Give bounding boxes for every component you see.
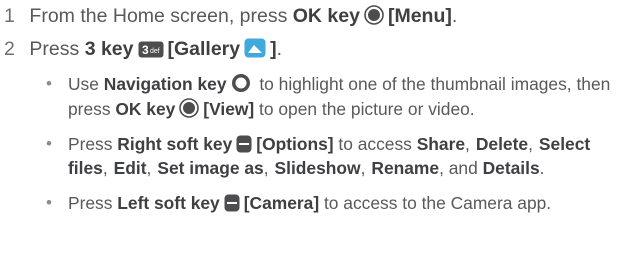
- text: to access to the Camera app.: [319, 193, 552, 214]
- punctuation: .: [539, 158, 545, 179]
- ok-key-icon: [364, 5, 384, 25]
- manual-page: 1 From the Home screen, press OK key [Men…: [0, 0, 636, 279]
- soft-key-icon: [236, 135, 252, 153]
- text: Use: [68, 74, 104, 94]
- gallery-label: [Gallery: [167, 38, 241, 60]
- svg-text:def: def: [150, 48, 160, 55]
- comma: ,: [146, 158, 152, 179]
- comma: ,: [528, 133, 533, 154]
- step-number: 1: [4, 5, 15, 27]
- option-edit: Edit: [113, 158, 147, 179]
- text: , and: [439, 158, 483, 179]
- ok-key-icon: [179, 97, 200, 118]
- bullet-camera: • Press Left soft key [Camera] to access …: [44, 191, 634, 216]
- bullet-dot: •: [46, 74, 52, 93]
- menu-label: [Menu]: [387, 5, 452, 27]
- option-slideshow: Slideshow: [274, 158, 361, 179]
- step-number: 2: [4, 38, 15, 60]
- comma: ,: [102, 158, 108, 179]
- three-key-icon: 3 def: [138, 41, 164, 58]
- step-text: Press: [29, 38, 85, 60]
- bullet-dot: •: [46, 193, 52, 213]
- bullet-view: • Use Navigation key to highlight one of…: [44, 72, 634, 121]
- comma: ,: [360, 158, 366, 179]
- soft-key-icon: [224, 194, 240, 212]
- svg-text:3: 3: [142, 43, 149, 57]
- ok-key-label: OK key: [292, 5, 360, 27]
- comma: ,: [465, 133, 470, 154]
- camera-label: [Camera]: [243, 193, 320, 214]
- left-soft-key-label: Left soft key: [117, 193, 220, 214]
- option-delete: Delete: [475, 133, 529, 154]
- option-details: Details: [482, 158, 540, 179]
- view-label: [View]: [203, 98, 255, 119]
- text: Press: [68, 133, 118, 154]
- text: to open the picture or video.: [254, 98, 475, 119]
- option-rename: Rename: [371, 158, 440, 179]
- step-text: From the Home screen, press: [29, 5, 293, 27]
- text: Press: [68, 193, 118, 214]
- step-1: 1 From the Home screen, press OK key [Men…: [4, 3, 457, 29]
- bullet-dot: •: [46, 133, 52, 153]
- bullet-options: • Press Right soft key [Options] to acces…: [44, 132, 634, 181]
- options-label: [Options]: [256, 133, 334, 154]
- option-set-image-as: Set image as: [157, 158, 264, 179]
- step-2: 2 Press 3 key 3 def [Gallery].: [4, 36, 282, 62]
- navigation-key-icon: [231, 73, 251, 93]
- ok-key-label: OK key: [115, 98, 176, 119]
- right-soft-key-label: Right soft key: [117, 133, 233, 154]
- three-key-label: 3 key: [84, 38, 134, 60]
- punctuation: .: [276, 38, 283, 60]
- gallery-icon: [244, 38, 266, 58]
- punctuation: .: [451, 5, 458, 27]
- bullet-list: • Use Navigation key to highlight one of…: [44, 72, 634, 226]
- text: to access: [333, 133, 417, 154]
- navigation-key-label: Navigation key: [103, 74, 227, 94]
- comma: ,: [263, 158, 269, 179]
- option-share: Share: [416, 133, 466, 154]
